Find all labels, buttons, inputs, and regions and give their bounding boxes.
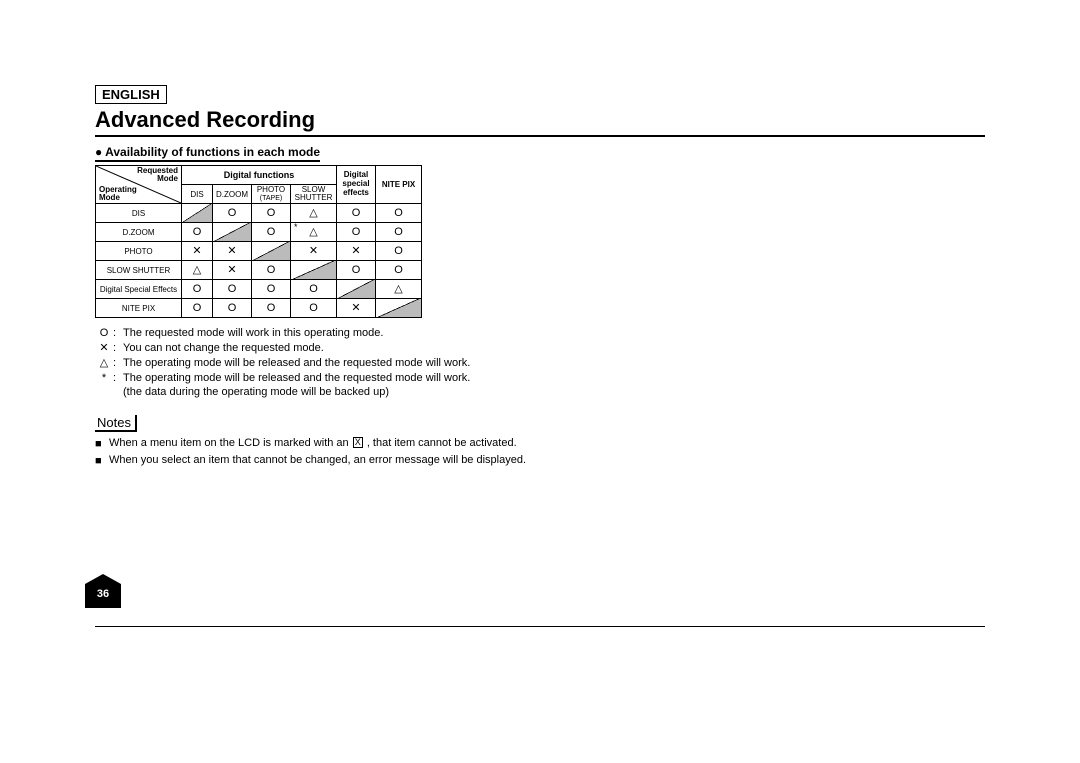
corner-mode2: Mode	[99, 193, 120, 202]
header-dis: DIS	[182, 185, 213, 204]
cell: O	[376, 223, 422, 242]
subtitle-bullet: ●	[95, 145, 102, 159]
cell	[213, 223, 252, 242]
header-photo-l2: (TAPE)	[260, 195, 282, 202]
cell: O	[252, 223, 291, 242]
cell	[182, 204, 213, 223]
cell: O	[337, 261, 376, 280]
cell: O	[376, 261, 422, 280]
header-nitepix: NITE PIX	[376, 166, 422, 204]
header-dse-l2: special	[342, 179, 369, 188]
cell: ✕	[337, 242, 376, 261]
note1-part2: , that item cannot be activated.	[367, 437, 517, 449]
footer-line	[95, 626, 985, 631]
cell: O	[376, 204, 422, 223]
legend-star-sym: *	[95, 371, 113, 386]
legend-indent: (the data during the operating mode will…	[95, 385, 985, 400]
subtitle-text: Availability of functions in each mode	[105, 145, 320, 159]
row-label: PHOTO	[96, 242, 182, 261]
row-label: Digital Special Effects	[96, 280, 182, 299]
header-digital-functions: Digital functions	[182, 166, 337, 185]
cell: △	[291, 204, 337, 223]
cell: ✕	[291, 242, 337, 261]
table-row: NITE PIXOOOO✕	[96, 299, 422, 318]
legend: O:The requested mode will work in this o…	[95, 326, 985, 400]
cell: ✕	[213, 242, 252, 261]
cell: O	[213, 280, 252, 299]
cell: O	[252, 261, 291, 280]
header-photo: PHOTO (TAPE)	[252, 185, 291, 204]
table-row: D.ZOOMOO△OO	[96, 223, 422, 242]
cell: O	[252, 204, 291, 223]
page-number-badge: 36	[85, 574, 121, 608]
cell: O	[182, 223, 213, 242]
row-label: SLOW SHUTTER	[96, 261, 182, 280]
title-rule	[95, 135, 985, 137]
cell: O	[376, 242, 422, 261]
bullet-icon: ■	[95, 436, 109, 452]
cell: ✕	[337, 299, 376, 318]
language-badge: ENGLISH	[95, 85, 167, 104]
table-row: PHOTO✕✕✕✕O	[96, 242, 422, 261]
cell	[376, 299, 422, 318]
cell: O	[213, 204, 252, 223]
cell: △	[291, 223, 337, 242]
cell: O	[291, 280, 337, 299]
cell: O	[252, 280, 291, 299]
legend-tri-text: The operating mode will be released and …	[123, 356, 985, 371]
cell	[337, 280, 376, 299]
legend-o-text: The requested mode will work in this ope…	[123, 326, 985, 341]
header-dse-l1: Digital	[344, 170, 368, 179]
legend-x-text: You can not change the requested mode.	[123, 341, 985, 356]
notes-list: ■ When a menu item on the LCD is marked …	[95, 436, 985, 469]
bullet-icon: ■	[95, 453, 109, 469]
cell: O	[252, 299, 291, 318]
row-label: DIS	[96, 204, 182, 223]
cell	[252, 242, 291, 261]
corner-mode1: Mode	[157, 174, 178, 183]
page-number: 36	[97, 588, 109, 600]
table-row: DISOO△OO	[96, 204, 422, 223]
notes-label: Notes	[95, 415, 137, 432]
row-label: D.ZOOM	[96, 223, 182, 242]
modes-table: Requested Mode Operating Mode Digital fu…	[95, 165, 422, 318]
cell: △	[376, 280, 422, 299]
cell: ✕	[182, 242, 213, 261]
cell: O	[182, 299, 213, 318]
legend-x-sym: ✕	[95, 341, 113, 356]
legend-o-sym: O	[95, 326, 113, 341]
header-slow-l2: SHUTTER	[295, 193, 333, 202]
boxed-x-icon: X	[353, 437, 363, 448]
table-row: Digital Special EffectsOOOO△	[96, 280, 422, 299]
table-row: SLOW SHUTTER△✕OOO	[96, 261, 422, 280]
cell: O	[291, 299, 337, 318]
note1-part1: When a menu item on the LCD is marked wi…	[109, 437, 349, 449]
header-dzoom: D.ZOOM	[213, 185, 252, 204]
header-dse-l3: effects	[343, 188, 369, 197]
section-subtitle: ● Availability of functions in each mode	[95, 145, 320, 162]
cell: ✕	[213, 261, 252, 280]
legend-star-text: The operating mode will be released and …	[123, 371, 985, 386]
cell: △	[182, 261, 213, 280]
cell: O	[337, 223, 376, 242]
row-label: NITE PIX	[96, 299, 182, 318]
cell: O	[337, 204, 376, 223]
header-dse: Digital special effects	[337, 166, 376, 204]
page-title: Advanced Recording	[95, 107, 985, 133]
table-corner: Requested Mode Operating Mode	[96, 166, 182, 204]
cell: O	[213, 299, 252, 318]
legend-tri-sym: △	[95, 356, 113, 371]
header-photo-l1: PHOTO	[257, 185, 285, 194]
header-slow: SLOW SHUTTER	[291, 185, 337, 204]
cell: O	[182, 280, 213, 299]
cell	[291, 261, 337, 280]
note2: When you select an item that cannot be c…	[109, 453, 526, 468]
